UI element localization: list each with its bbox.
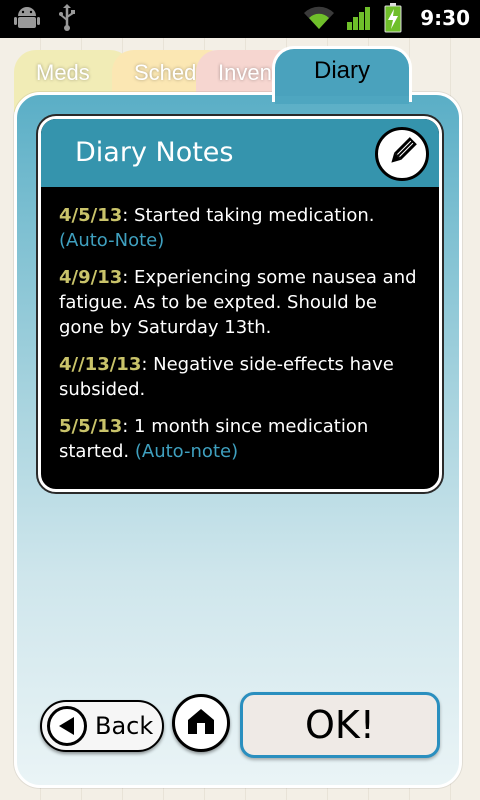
diary-notes-card: Diary Notes 4/5/13: Started taking medic… — [38, 116, 442, 492]
usb-icon — [58, 4, 76, 32]
tab-diary-joint — [275, 96, 409, 104]
note-date: 4/5/13 — [59, 205, 123, 226]
notes-list: 4/5/13: Started taking medication. (Auto… — [41, 187, 439, 464]
android-debug-icon — [14, 4, 40, 32]
tab-meds-label: Meds — [36, 60, 90, 85]
note-item[interactable]: 5/5/13: 1 month since medication started… — [59, 414, 421, 464]
home-icon — [186, 706, 216, 740]
note-auto-tag: (Auto-Note) — [59, 230, 165, 251]
back-button-label: Back — [95, 712, 154, 740]
tab-schedule-label: Sched — [134, 60, 197, 85]
status-bar: 9:30 — [0, 0, 480, 38]
battery-charging-icon — [384, 3, 402, 33]
note-text: : Started taking medication. — [122, 205, 375, 226]
edit-note-button[interactable] — [375, 127, 429, 181]
note-item[interactable]: 4/5/13: Started taking medication. (Auto… — [59, 203, 421, 253]
tab-inventory-label: Inven — [218, 60, 272, 85]
home-button[interactable] — [172, 694, 230, 752]
note-auto-tag: (Auto-note) — [134, 441, 239, 462]
ok-button-label: OK! — [304, 703, 376, 747]
note-item[interactable]: 4//13/13: Negative side-effects have sub… — [59, 352, 421, 402]
signal-icon — [346, 5, 372, 31]
note-date: 4//13/13 — [59, 354, 142, 375]
status-time: 9:30 — [420, 6, 470, 30]
wifi-icon — [304, 5, 335, 31]
tab-diary-label: Diary — [313, 57, 370, 84]
note-date: 4/9/13 — [59, 267, 123, 288]
ok-button[interactable]: OK! — [240, 692, 440, 758]
note-date: 5/5/13 — [59, 416, 123, 437]
back-button[interactable]: Back — [40, 700, 164, 752]
back-arrow-icon — [47, 706, 87, 746]
tab-diary[interactable]: Diary — [272, 46, 412, 102]
card-title: Diary Notes — [75, 137, 234, 168]
card-header: Diary Notes — [41, 119, 439, 187]
pencil-icon — [384, 134, 420, 174]
note-item[interactable]: 4/9/13: Experiencing some nausea and fat… — [59, 265, 421, 340]
